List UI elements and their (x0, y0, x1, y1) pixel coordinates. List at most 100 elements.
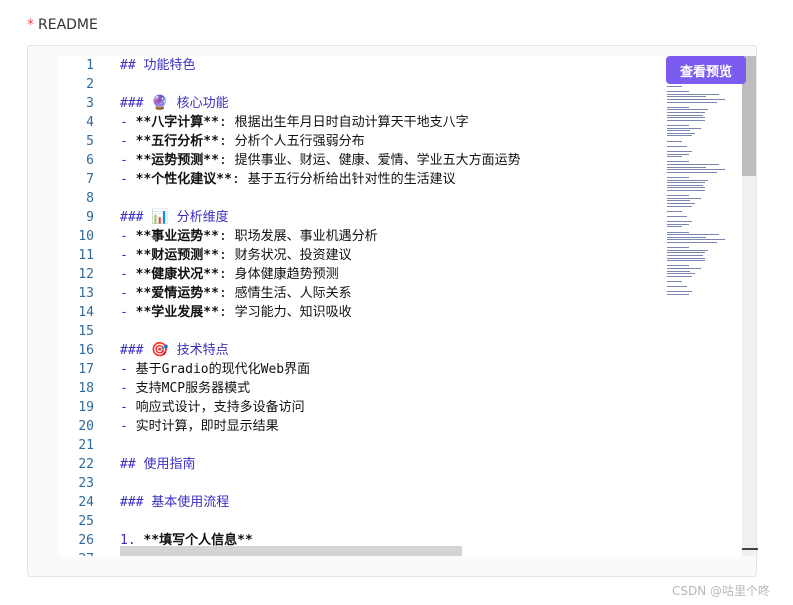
token-dash: - (120, 248, 136, 263)
code-line[interactable]: 5 - **五行分析**: 分析个人五行强弱分布 (58, 132, 686, 151)
minimap-line (667, 156, 683, 158)
token-plain: : 提供事业、财运、健康、爱情、学业五大方面运势 (218, 153, 521, 168)
required-mark: * (27, 17, 34, 33)
code-line[interactable]: 21 (58, 436, 686, 455)
line-number: 20 (78, 419, 94, 434)
code-line[interactable]: 12 - **健康状况**: 身体健康趋势预测 (58, 265, 686, 284)
code-line[interactable]: 18 - 支持MCP服务器模式 (58, 379, 686, 398)
line-number: 15 (78, 324, 94, 339)
code-line[interactable]: 16 ### 🎯 技术特点 (58, 341, 686, 360)
minimap-line (667, 101, 718, 103)
minimap[interactable] (659, 56, 743, 556)
minimap-line (667, 96, 707, 98)
minimap-line (667, 273, 695, 275)
minimap-line (667, 257, 705, 259)
minimap-line (667, 242, 718, 243)
token-heading: ## 功能特色 (120, 58, 196, 73)
code-line[interactable]: 2 (58, 75, 686, 94)
minimap-line (667, 177, 689, 178)
token-plain: : 分析个人五行强弱分布 (218, 134, 365, 149)
line-number: 18 (78, 381, 94, 396)
minimap-line (667, 130, 691, 132)
code-line[interactable]: 7 - **个性化建议**: 基于五行分析给出针对性的生活建议 (58, 170, 686, 189)
token-plain: 实时计算，即时显示结果 (135, 419, 279, 434)
token-dash: - (120, 172, 136, 187)
minimap-line (667, 294, 689, 295)
code-line[interactable]: 3 ### 🔮 核心功能 (58, 94, 686, 113)
minimap-line (667, 249, 708, 251)
token-bold: **健康状况** (135, 267, 219, 282)
minimap-line (667, 275, 692, 277)
minimap-line (667, 226, 683, 228)
minimap-line (667, 184, 703, 186)
line-text: - **个性化建议**: 基于五行分析给出针对性的生活建议 (120, 170, 456, 189)
minimap-line (667, 195, 689, 197)
line-text: - 支持MCP服务器模式 (120, 379, 250, 398)
token-bold: **八字计算** (135, 115, 219, 130)
token-dash: - (120, 381, 136, 396)
token-heading: 分析维度 (168, 210, 229, 225)
token-dash: - (120, 134, 136, 149)
code-line[interactable]: 25 (58, 512, 686, 531)
code-line[interactable]: 23 (58, 474, 686, 493)
code-area[interactable]: 27 输入姓名（必填）261. **填写个人信息**2524### 基本使用流程… (58, 56, 686, 556)
line-number: 4 (86, 115, 94, 130)
heading-emoji-icon: 🔮 (151, 95, 169, 111)
token-plain: 响应式设计，支持多设备访问 (135, 400, 305, 415)
line-text: - 基于Gradio的现代化Web界面 (120, 360, 310, 379)
minimap-line (667, 265, 689, 267)
code-line[interactable]: 15 (58, 322, 686, 341)
code-line[interactable]: 14 - **学业发展**: 学习能力、知识吸收 (58, 303, 686, 322)
line-text: ### 基本使用流程 (120, 493, 229, 512)
code-line[interactable]: 11 - **财运预测**: 财务状况、投资建议 (58, 246, 686, 265)
heading-emoji-icon: 📊 (151, 209, 169, 225)
preview-button[interactable]: 查看预览 (666, 56, 746, 84)
line-text: - **事业运势**: 职场发展、事业机遇分析 (120, 227, 378, 246)
code-line[interactable]: 10 - **事业运势**: 职场发展、事业机遇分析 (58, 227, 686, 246)
code-line[interactable]: 17 - 基于Gradio的现代化Web界面 (58, 360, 686, 379)
minimap-line (667, 171, 718, 173)
minimap-line (667, 114, 703, 116)
minimap-line (667, 190, 705, 191)
minimap-line (667, 231, 689, 233)
readme-editor: 27 输入姓名（必填）261. **填写个人信息**2524### 基本使用流程… (27, 45, 758, 577)
line-number: 26 (78, 533, 94, 548)
minimap-line (667, 179, 708, 181)
code-line[interactable]: 6 - **运势预测**: 提供事业、财运、健康、爱情、学业五大方面运势 (58, 151, 686, 170)
line-number: 6 (86, 153, 94, 168)
line-number: 13 (78, 286, 94, 301)
minimap-line (667, 91, 689, 93)
code-line[interactable]: 22 ## 使用指南 (58, 455, 686, 474)
code-line[interactable]: 20 - 实时计算，即时显示结果 (58, 417, 686, 436)
token-bold: **事业运势** (135, 229, 219, 244)
line-number: 2 (86, 77, 94, 92)
token-heading: ### 基本使用流程 (120, 495, 230, 510)
minimap-line (667, 236, 707, 238)
token-bold: **爱情运势** (135, 286, 219, 301)
code-line[interactable]: 19 - 响应式设计，支持多设备访问 (58, 398, 686, 417)
line-text: - **财运预测**: 财务状况、投资建议 (120, 246, 352, 265)
line-number: 21 (78, 438, 94, 453)
code-line[interactable]: 1 ## 功能特色 (58, 56, 686, 75)
minimap-line (667, 221, 692, 223)
minimap-line (667, 197, 702, 199)
token-plain: : 财务状况、投资建议 (218, 248, 352, 263)
token-heading: ## 使用指南 (120, 457, 196, 472)
code-line[interactable]: 24 ### 基本使用流程 (58, 493, 686, 512)
minimap-line (667, 166, 707, 168)
line-text: - **八字计算**: 根据出生年月日时自动计算天干地支八字 (120, 113, 469, 132)
code-line[interactable]: 8 (58, 189, 686, 208)
minimap-line (667, 86, 683, 87)
minimap-line (667, 117, 705, 119)
vertical-scrollbar[interactable] (742, 56, 756, 556)
token-dash: - (120, 419, 136, 434)
code-line[interactable]: 4 - **八字计算**: 根据出生年月日时自动计算天干地支八字 (58, 113, 686, 132)
line-number: 16 (78, 343, 94, 358)
minimap-line (667, 239, 726, 241)
code-line[interactable]: 9 ### 📊 分析维度 (58, 208, 686, 227)
cursor-selection (120, 546, 462, 556)
minimap-line (667, 255, 703, 256)
token-bold: **财运预测** (135, 248, 219, 263)
token-plain: : 感情生活、人际关系 (218, 286, 352, 301)
code-line[interactable]: 13 - **爱情运势**: 感情生活、人际关系 (58, 284, 686, 303)
